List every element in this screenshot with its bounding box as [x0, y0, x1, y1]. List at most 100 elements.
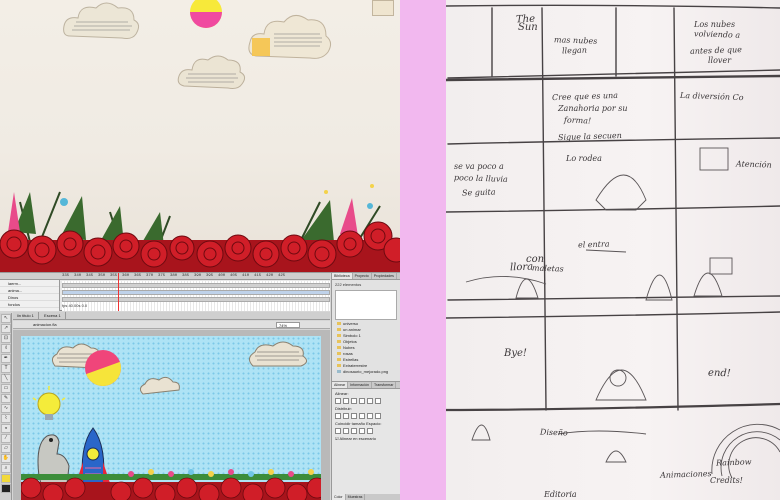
storyboard-note: Atención [735, 159, 772, 170]
storyboard-note: Editoria [544, 490, 577, 499]
match-size-label: Coincidir tamaño Espacio: [335, 421, 382, 426]
newspaper-cloud [248, 15, 332, 59]
match-both-icon[interactable] [351, 428, 357, 434]
ruler-tick: 420 [266, 274, 274, 278]
canvas-lightbulb[interactable] [32, 386, 66, 420]
zoom-select[interactable]: 74% [276, 322, 300, 328]
library-item[interactable]: dinosaurio_mejorado.png [332, 369, 400, 375]
ruler-tick: 355 [110, 274, 118, 278]
storyboard-grid [446, 4, 780, 479]
stage-align-check[interactable]: ☑ Alinear en escenario [332, 434, 400, 443]
line-tool-icon[interactable]: ╲ [1, 374, 11, 383]
subselect-tool-icon[interactable]: ↗ [1, 324, 11, 333]
playhead[interactable] [118, 273, 119, 311]
ruler-tick: 345 [86, 274, 94, 278]
rectangle-tool-icon[interactable]: ▭ [1, 384, 11, 393]
folder-icon [337, 340, 341, 344]
folder-icon [337, 334, 341, 338]
distribute-bottom-icon[interactable] [351, 413, 357, 419]
tools-panel: ↖ ↗ ⊡ ℓ ✒ T ╲ ▭ ✎ ∿ ⌇ ◒ ⁄ ▱ ✋ ⌕ [0, 313, 12, 500]
tab-swatches[interactable]: Muestras [346, 494, 366, 500]
text-tool-icon[interactable]: T [1, 364, 11, 373]
timeline-frames[interactable] [62, 281, 330, 311]
animation-canvas[interactable] [21, 336, 321, 500]
color-tabs: Color Muestras [332, 494, 400, 500]
distribute-label: Distribuir: [335, 406, 352, 411]
selection-tool-icon[interactable]: ↖ [1, 314, 11, 323]
paint-bucket-icon[interactable]: ◒ [1, 424, 11, 433]
distribute-right-icon[interactable] [375, 413, 381, 419]
canvas-cloud[interactable] [139, 376, 180, 395]
folder-icon [337, 328, 341, 332]
tab-color[interactable]: Color [332, 494, 346, 500]
match-height-icon[interactable] [343, 428, 349, 434]
align-right-icon[interactable] [351, 398, 357, 404]
stroke-color-swatch[interactable] [1, 484, 11, 493]
folder-icon [337, 364, 341, 368]
tab-timeline[interactable]: lin titulo 1 [13, 312, 39, 319]
align-vcenter-icon[interactable] [367, 398, 373, 404]
zoom-tool-icon[interactable]: ⌕ [1, 464, 11, 473]
lasso-tool-icon[interactable]: ℓ [1, 344, 11, 353]
layer-row[interactable]: Dinos [0, 294, 59, 301]
ruler-tick: 400 [218, 274, 226, 278]
align-left-icon[interactable] [335, 398, 341, 404]
storyboard-note: Diseño [539, 427, 568, 438]
library-panel: Biblioteca Proyecto Propiedades 222 elemen… [331, 273, 400, 500]
storyboard-note: forma! [563, 115, 592, 126]
storyboard-note: el entra [577, 239, 610, 250]
layer-row[interactable]: anima... [0, 287, 59, 294]
match-width-icon[interactable] [335, 428, 341, 434]
library-count: 222 elementos [335, 282, 362, 287]
canvas-cloud[interactable] [249, 341, 307, 367]
tab-properties[interactable]: Propiedades [372, 273, 397, 279]
document-tab[interactable]: animacion.fla [33, 322, 57, 327]
align-top-icon[interactable] [359, 398, 365, 404]
layer-row[interactable]: fondos [0, 301, 59, 308]
fill-color-swatch[interactable] [1, 474, 11, 483]
distribute-top-icon[interactable] [335, 413, 341, 419]
hand-tool-icon[interactable]: ✋ [1, 454, 11, 463]
ruler-tick: 410 [242, 274, 250, 278]
align-bottom-icon[interactable] [375, 398, 381, 404]
storyboard-note: Sun [518, 22, 538, 33]
tab-project[interactable]: Proyecto [353, 273, 372, 279]
library-preview [335, 290, 397, 320]
align-hcenter-icon[interactable] [343, 398, 349, 404]
brush-tool-icon[interactable]: ∿ [1, 404, 11, 413]
pen-tool-icon[interactable]: ✒ [1, 354, 11, 363]
tab-align[interactable]: Alinear [332, 382, 349, 388]
storyboard-note: llover [708, 56, 732, 65]
eraser-icon[interactable]: ▱ [1, 444, 11, 453]
distribute-left-icon[interactable] [359, 413, 365, 419]
stage-area[interactable] [13, 330, 330, 500]
collage-photo [0, 0, 400, 272]
tab-library[interactable]: Biblioteca [332, 273, 353, 279]
bone-tool-icon[interactable]: ⌇ [1, 414, 11, 423]
eyedropper-icon[interactable]: ⁄ [1, 434, 11, 443]
tween-span[interactable] [62, 297, 330, 302]
space-v-icon[interactable] [359, 428, 365, 434]
storyboard-note: end! [707, 367, 731, 380]
ruler-tick: 340 [74, 274, 82, 278]
transform-tool-icon[interactable]: ⊡ [1, 334, 11, 343]
distribute-vcenter-icon[interactable] [343, 413, 349, 419]
canvas-sun[interactable] [85, 350, 126, 391]
layer-row[interactable]: laerm... [0, 280, 59, 287]
flash-ide-window: 335 340 345 350 355 360 365 370 375 380 385 390 395 4… [0, 272, 400, 500]
tab-info[interactable]: Información [348, 382, 372, 388]
ruler-tick: 335 [62, 274, 70, 278]
ruler-tick: 385 [182, 274, 190, 278]
tab-scene[interactable]: Escena 1 [40, 312, 66, 319]
space-h-icon[interactable] [367, 428, 373, 434]
pencil-tool-icon[interactable]: ✎ [1, 394, 11, 403]
folder-icon [337, 358, 341, 362]
timeline-layers: laerm... anima... Dinos fondos [0, 280, 60, 311]
tab-transform[interactable]: Transformar [372, 382, 397, 388]
ruler-tick: 425 [278, 274, 286, 278]
tween-span[interactable] [62, 283, 330, 288]
distribute-hcenter-icon[interactable] [367, 413, 373, 419]
ruler-tick: 405 [230, 274, 238, 278]
timeline-ruler[interactable]: 335 340 345 350 355 360 365 370 375 380 385 390 395 4… [62, 273, 330, 280]
tween-span[interactable] [62, 290, 330, 295]
